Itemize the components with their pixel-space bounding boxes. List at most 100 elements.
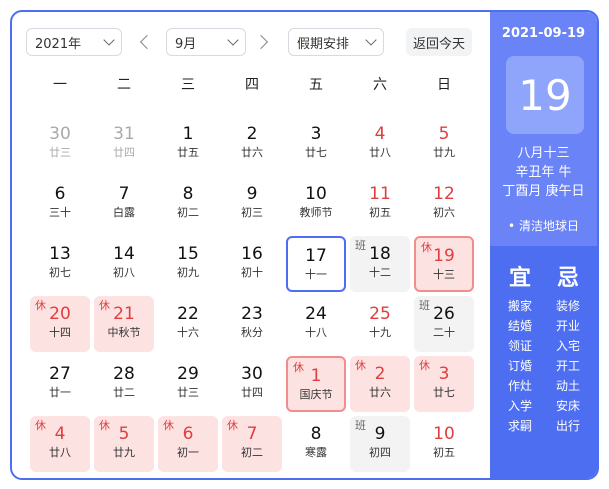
day-lunar-label: 廿七 <box>433 386 455 399</box>
day-lunar-label: 中秋节 <box>107 326 141 339</box>
yi-ji-section: 宜 搬家 结婚 领证 订婚 作灶 入学 求嗣 忌 装修 开业 入宅 开工 动土 安床 出行 <box>490 246 597 478</box>
day-lunar-label: 廿三 <box>177 386 199 399</box>
day-cell[interactable]: 5 廿九 <box>414 116 474 172</box>
day-badge: 休 <box>163 419 174 432</box>
day-cell[interactable]: 16 初十 <box>222 236 282 292</box>
day-badge: 休 <box>35 419 46 432</box>
ji-item: 开业 <box>555 319 580 333</box>
day-cell[interactable]: 17 十一 <box>286 236 346 292</box>
day-cell[interactable]: 休 6 初一 <box>158 416 218 472</box>
day-lunar-label: 廿九 <box>433 146 455 159</box>
prev-month-arrow-icon[interactable] <box>136 28 156 56</box>
day-lunar-label: 廿九 <box>113 446 135 459</box>
day-cell[interactable]: 22 十六 <box>158 296 218 352</box>
ji-column: 忌 装修 开业 入宅 开工 动土 安床 出行 <box>546 260 590 436</box>
weekday-label: 六 <box>373 77 387 93</box>
day-cell[interactable]: 7 白露 <box>94 176 154 232</box>
day-cell[interactable]: 1 廿五 <box>158 116 218 172</box>
yi-item: 领证 <box>507 339 532 353</box>
holiday-select[interactable]: 假期安排 <box>288 28 384 56</box>
day-cell[interactable]: 休 2 廿六 <box>350 356 410 412</box>
day-badge: 休 <box>355 359 366 372</box>
yi-item: 入学 <box>507 399 532 413</box>
yi-heading: 宜 <box>508 266 531 291</box>
day-cell[interactable]: 3 廿七 <box>286 116 346 172</box>
day-cell[interactable]: 休 20 十四 <box>30 296 90 352</box>
day-cell[interactable]: 休 7 初二 <box>222 416 282 472</box>
day-cell[interactable]: 8 初二 <box>158 176 218 232</box>
day-cell[interactable]: 29 廿三 <box>158 356 218 412</box>
day-cell[interactable]: 4 廿八 <box>350 116 410 172</box>
weekday-header: 一 二 三 四 五 六 日 <box>28 74 476 94</box>
yi-item: 求嗣 <box>507 419 532 433</box>
day-cell[interactable]: 12 初六 <box>414 176 474 232</box>
day-lunar-label: 廿七 <box>305 146 327 159</box>
day-cell[interactable]: 9 初三 <box>222 176 282 232</box>
day-lunar-label: 廿四 <box>241 386 263 399</box>
day-cell[interactable]: 27 廿一 <box>30 356 90 412</box>
day-cell[interactable]: 8 寒露 <box>286 416 346 472</box>
day-detail-panel: 2021-09-19 19 八月十三 辛丑年 牛 丁酉月 庚午日 • 清洁地球日… <box>490 12 597 478</box>
day-cell[interactable]: 15 初九 <box>158 236 218 292</box>
day-number: 23 <box>241 304 263 324</box>
day-cell[interactable]: 31 廿四 <box>94 116 154 172</box>
year-select[interactable]: 2021年 <box>26 28 122 56</box>
back-to-today-button[interactable]: 返回今天 <box>406 28 472 56</box>
day-number: 15 <box>177 244 199 264</box>
day-lunar-label: 十三 <box>433 268 455 281</box>
yi-column: 宜 搬家 结婚 领证 订婚 作灶 入学 求嗣 <box>498 260 542 436</box>
day-cell[interactable]: 10 教师节 <box>286 176 346 232</box>
ji-item: 安床 <box>555 399 580 413</box>
day-lunar-label: 初八 <box>113 266 135 279</box>
day-cell[interactable]: 14 初八 <box>94 236 154 292</box>
day-lunar-label: 十八 <box>305 326 327 339</box>
weekday-label: 五 <box>309 77 323 93</box>
day-lunar-label: 二十 <box>433 326 455 339</box>
day-cell[interactable]: 2 廿六 <box>222 116 282 172</box>
day-cell[interactable]: 休 1 国庆节 <box>286 356 346 412</box>
day-cell[interactable]: 班 9 初四 <box>350 416 410 472</box>
chevron-down-icon <box>101 29 121 55</box>
day-lunar-label: 廿八 <box>49 446 71 459</box>
day-badge: 休 <box>99 419 110 432</box>
day-number: 10 <box>305 184 327 204</box>
day-lunar-label: 十九 <box>369 326 391 339</box>
day-number: 11 <box>369 184 391 204</box>
day-cell[interactable]: 10 初五 <box>414 416 474 472</box>
day-badge: 休 <box>99 299 110 312</box>
selected-day-number: 19 <box>506 56 584 134</box>
day-badge: 班 <box>355 419 366 432</box>
month-select[interactable]: 9月 <box>166 28 246 56</box>
holiday-select-value: 假期安排 <box>297 36 350 52</box>
day-badge: 休 <box>35 299 46 312</box>
day-cell[interactable]: 24 十八 <box>286 296 346 352</box>
next-month-arrow-icon[interactable] <box>254 28 274 56</box>
day-badge: 休 <box>227 419 238 432</box>
day-cell[interactable]: 班 18 十二 <box>350 236 410 292</box>
day-cell[interactable]: 30 廿四 <box>222 356 282 412</box>
chevron-down-icon <box>363 29 383 55</box>
yi-item: 搬家 <box>507 299 532 313</box>
day-badge: 休 <box>419 359 430 372</box>
day-cell[interactable]: 25 十九 <box>350 296 410 352</box>
yi-item: 作灶 <box>507 379 532 393</box>
weekday-label: 三 <box>181 77 195 93</box>
day-cell[interactable]: 休 3 廿七 <box>414 356 474 412</box>
day-cell[interactable]: 30 廿三 <box>30 116 90 172</box>
day-badge: 班 <box>355 239 366 252</box>
day-number: 12 <box>433 184 455 204</box>
day-cell[interactable]: 6 三十 <box>30 176 90 232</box>
day-cell[interactable]: 28 廿二 <box>94 356 154 412</box>
day-cell[interactable]: 休 21 中秋节 <box>94 296 154 352</box>
ji-item: 开工 <box>555 359 580 373</box>
ji-item: 入宅 <box>555 339 580 353</box>
day-cell[interactable]: 班 26 二十 <box>414 296 474 352</box>
day-cell[interactable]: 休 19 十三 <box>414 236 474 292</box>
day-cell[interactable]: 23 秋分 <box>222 296 282 352</box>
day-cell[interactable]: 休 4 廿八 <box>30 416 90 472</box>
day-cell[interactable]: 13 初七 <box>30 236 90 292</box>
day-cell[interactable]: 11 初五 <box>350 176 410 232</box>
day-cell[interactable]: 休 5 廿九 <box>94 416 154 472</box>
day-lunar-label: 三十 <box>49 206 71 219</box>
day-lunar-label: 廿六 <box>369 386 391 399</box>
